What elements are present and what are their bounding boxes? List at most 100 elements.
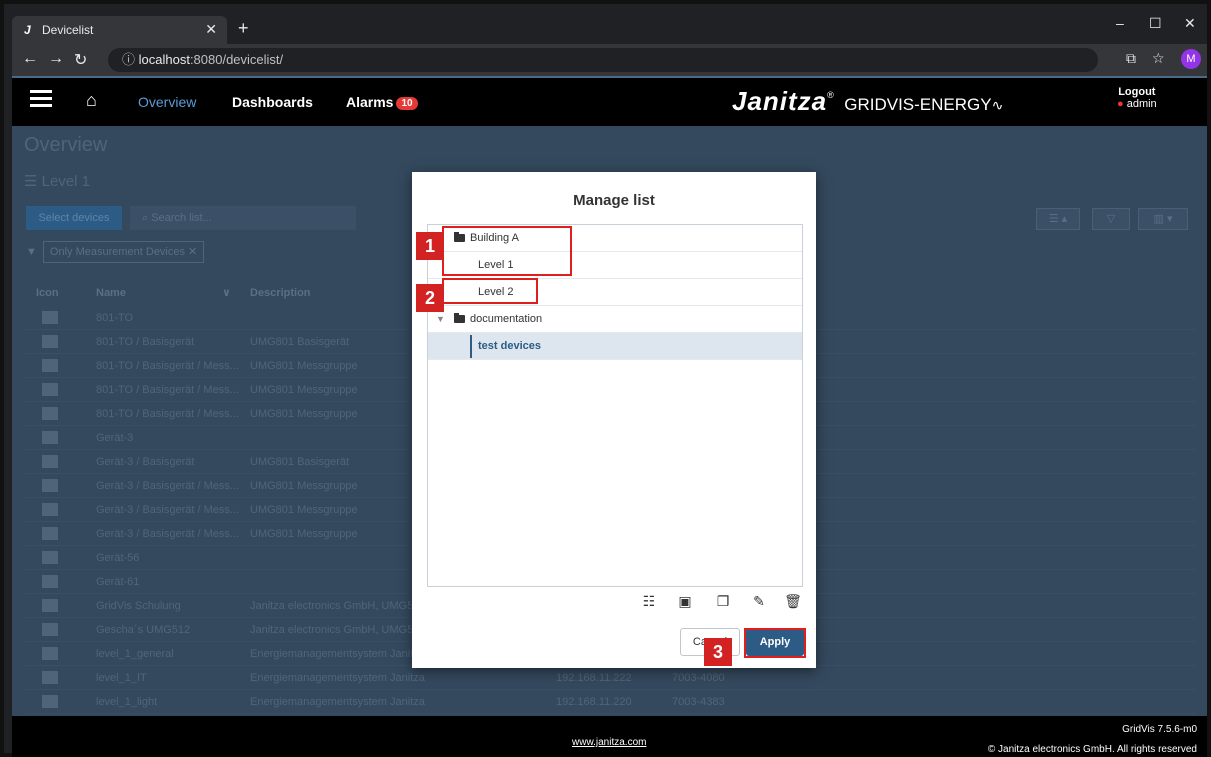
new-tab-icon[interactable]: +	[238, 18, 249, 39]
sort-chevron-icon: ∨	[222, 287, 231, 299]
browser-window: J Devicelist ✕ + – ☐ ✕ ← → ↻ ⓘ localhost…	[0, 0, 1211, 757]
active-filter: ▼ Only Measurement Devices ✕	[26, 240, 205, 264]
tree-node-label: documentation	[470, 313, 543, 325]
nav-alarms[interactable]: Alarms 10	[346, 94, 418, 110]
list-icon: ☰	[24, 173, 42, 190]
janitza-website-link[interactable]: www.janitza.com	[572, 737, 646, 748]
device-serial: 7003-4080	[672, 672, 725, 684]
tab-devicelist[interactable]: J Devicelist ✕	[12, 16, 227, 44]
search-input: ⌕ Search list...	[130, 206, 356, 230]
app-footer: www.janitza.com GridVis 7.5.6-m0 © Janit…	[12, 716, 1207, 757]
device-name: Gerät-61	[96, 576, 140, 588]
device-name: 801-TO	[96, 312, 134, 324]
device-icon	[42, 599, 58, 612]
table-row: level_1_IT Energiemanagementsystem Janitz…	[26, 666, 1196, 690]
brand-subtitle: GRIDVIS-ENERGY	[844, 95, 992, 114]
device-name: Gescha´s UMG512	[96, 624, 191, 636]
user-icon: ●	[1117, 98, 1124, 110]
tab-title: Devicelist	[42, 23, 94, 37]
device-serial: 7003-4383	[672, 696, 725, 708]
filter-funnel-icon: ▽	[1092, 208, 1130, 230]
url-field[interactable]: ⓘ localhost:8080/devicelist/	[108, 48, 1098, 72]
pulse-wave-icon: ∿	[991, 97, 1004, 113]
search-placeholder: Search list...	[151, 212, 212, 224]
nav-dashboards[interactable]: Dashboards	[232, 94, 313, 110]
col-description-header: Description	[250, 287, 311, 299]
device-name: Gerät-3 / Basisgerät / Mess...	[96, 528, 240, 540]
version-text: GridVis 7.5.6-m0	[1122, 724, 1197, 735]
brand-logo: Janitza® GRIDVIS-ENERGY∿	[732, 86, 1004, 116]
minimize-icon[interactable]: –	[1116, 15, 1124, 31]
back-arrow-icon[interactable]: ←	[22, 50, 38, 68]
delete-trash-icon[interactable]: 🗑	[784, 592, 802, 610]
profile-avatar[interactable]: M	[1181, 49, 1201, 69]
col-icon-header: Icon	[36, 287, 59, 299]
table-row: level_1_light Energiemanagementsystem Jan…	[26, 690, 1196, 714]
device-name: level_1_IT	[96, 672, 147, 684]
device-name: GridVis Schulung	[96, 600, 181, 612]
user-menu[interactable]: Logout ● admin	[1117, 86, 1157, 110]
view-sort-icon: ☰ ▴	[1036, 208, 1080, 230]
device-icon	[42, 527, 58, 540]
device-description: UMG801 Basisgerät	[250, 456, 350, 468]
filter-chip: Only Measurement Devices ✕	[42, 241, 205, 263]
filter-icon: ▼	[26, 246, 37, 258]
hamburger-menu-icon[interactable]	[30, 90, 52, 108]
folder-icon	[454, 313, 465, 323]
tab-close-icon[interactable]: ✕	[205, 21, 217, 38]
maximize-icon[interactable]: ☐	[1149, 15, 1162, 32]
list-title: ☰ Level 1	[24, 172, 90, 190]
translate-icon[interactable]: ⧉	[1126, 50, 1136, 67]
select-devices-button: Select devices	[26, 206, 122, 230]
highlight-apply	[744, 628, 806, 658]
window-close-icon[interactable]: ✕	[1184, 15, 1196, 32]
filter-chip-label: Only Measurement Devices	[49, 246, 185, 258]
device-description: UMG801 Messgruppe	[250, 360, 358, 372]
copy-icon[interactable]: ❐	[714, 592, 732, 610]
search-icon: ⌕	[142, 212, 152, 224]
step-marker-2: 2	[416, 284, 444, 312]
brand-name: Janitza	[732, 86, 828, 116]
tab-strip: J Devicelist ✕ + – ☐ ✕	[12, 10, 1207, 44]
device-description: UMG801 Messgruppe	[250, 480, 358, 492]
info-icon: ⓘ	[122, 52, 139, 67]
device-name: Gerät-3	[96, 432, 134, 444]
device-description: Energiemanagementsystem Janitza	[250, 696, 425, 708]
device-icon	[42, 407, 58, 420]
home-icon[interactable]: ⌂	[86, 90, 97, 111]
page-title: Overview	[24, 134, 108, 156]
device-icon	[42, 335, 58, 348]
tree-item-test-devices[interactable]: test devices	[428, 333, 802, 360]
forward-arrow-icon[interactable]: →	[48, 50, 64, 68]
device-description: UMG801 Messgruppe	[250, 384, 358, 396]
logout-link[interactable]: Logout	[1117, 86, 1157, 98]
device-description: Energiemanagementsystem Janitza	[250, 648, 425, 660]
step-marker-3: 3	[704, 638, 732, 666]
nav-overview[interactable]: Overview	[138, 94, 196, 110]
device-name: Gerät-3 / Basisgerät / Mess...	[96, 504, 240, 516]
bookmark-star-icon[interactable]: ☆	[1152, 50, 1165, 67]
highlight-building-a	[442, 226, 572, 276]
device-icon	[42, 551, 58, 564]
add-folder-icon[interactable]: ▣	[676, 592, 694, 610]
url-path: :8080/devicelist/	[189, 52, 284, 67]
url-host: localhost	[138, 52, 190, 67]
reload-icon[interactable]: ↻	[74, 50, 87, 70]
device-icon	[42, 479, 58, 492]
device-icon	[42, 623, 58, 636]
device-description: Janitza electronics GmbH, UMG512	[250, 624, 426, 636]
device-name: Gerät-56	[96, 552, 140, 564]
nav-alarms-label: Alarms	[346, 94, 394, 110]
device-icon	[42, 647, 58, 660]
add-list-icon[interactable]: ☷	[640, 592, 658, 610]
device-name: 801-TO / Basisgerät / Mess...	[96, 360, 239, 372]
menu-dots-icon[interactable]: ⋮	[1206, 50, 1211, 67]
alarm-count-badge: 10	[396, 97, 418, 110]
device-name: 801-TO / Basisgerät / Mess...	[96, 384, 239, 396]
device-name: Gerät-3 / Basisgerät	[96, 456, 195, 468]
tree-toolbar: ☷ ▣ ❐ ✎ 🗑	[412, 592, 816, 614]
device-description: UMG801 Messgruppe	[250, 504, 358, 516]
tree-folder-documentation[interactable]: ▼ documentation	[428, 306, 802, 333]
address-bar-row: ← → ↻ ⓘ localhost:8080/devicelist/ ⧉ ☆ M…	[12, 44, 1211, 76]
edit-pencil-icon[interactable]: ✎	[750, 592, 768, 610]
